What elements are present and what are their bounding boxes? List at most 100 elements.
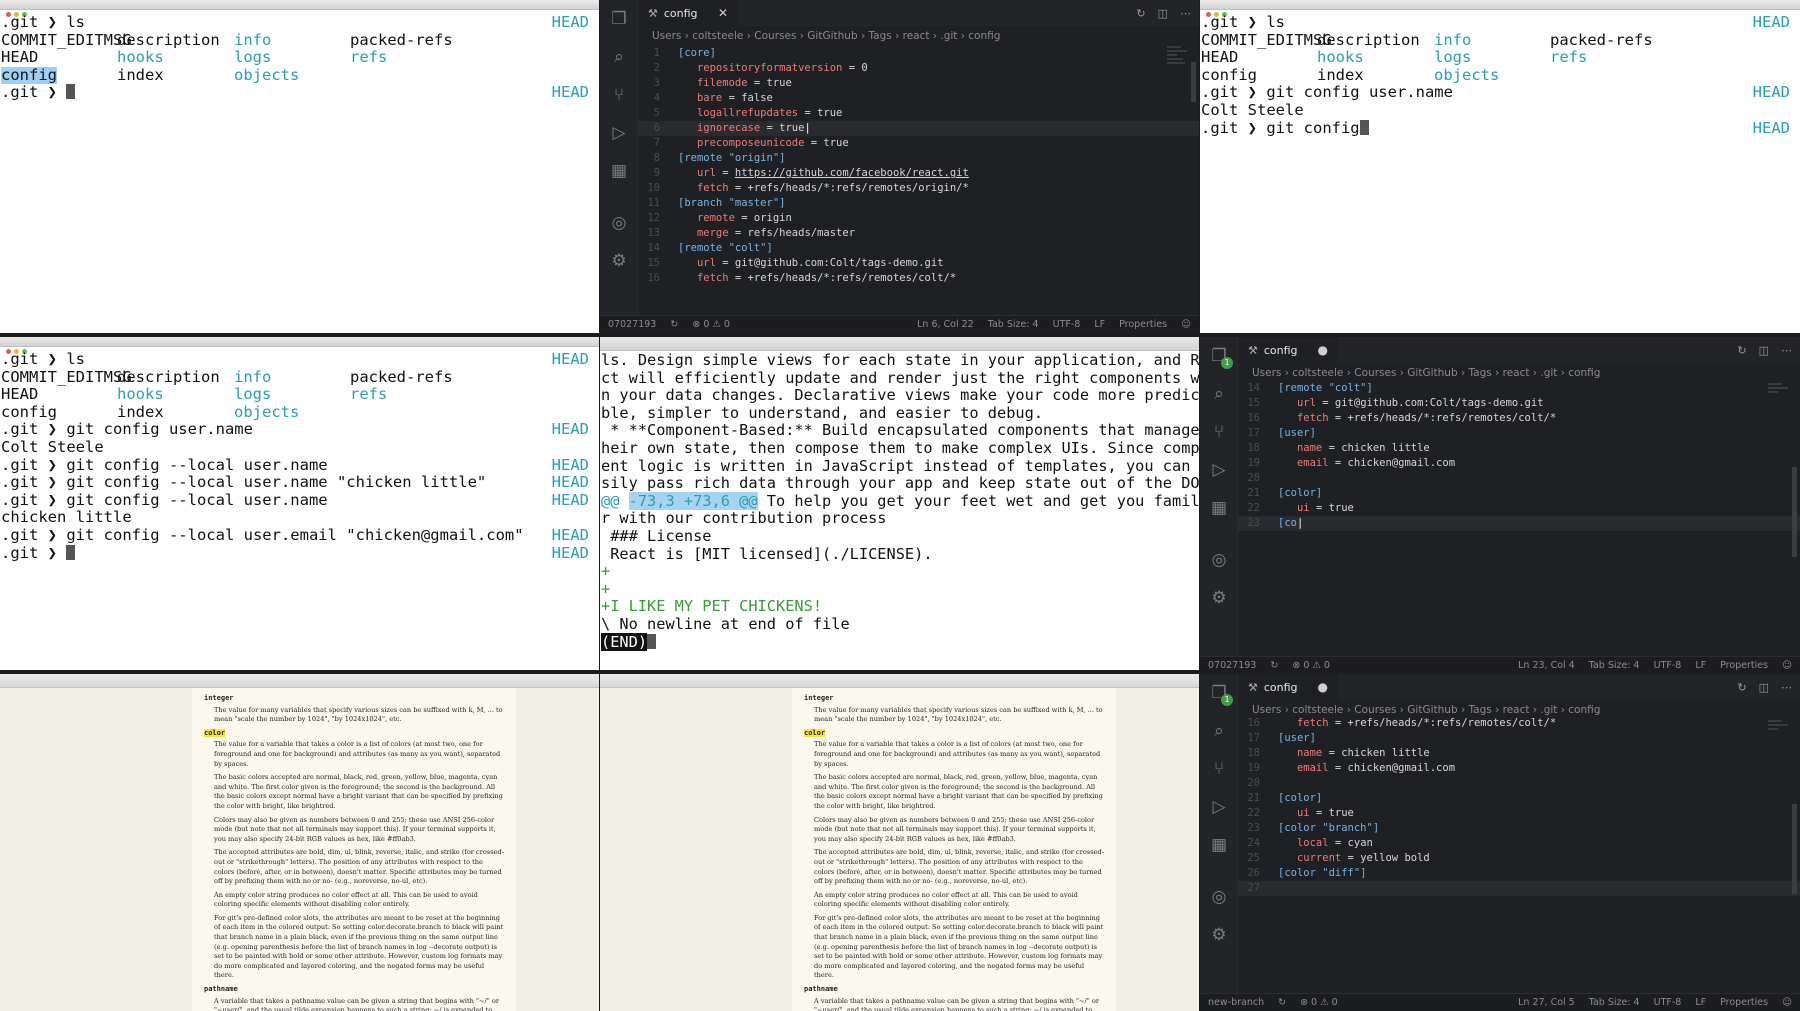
code-line[interactable]: 2 repositoryformatversion = 0 — [638, 61, 1199, 76]
breadcrumb[interactable]: Users › coltsteele › Courses › GitGithub… — [652, 30, 1000, 42]
code-line[interactable]: 17 [user] — [1238, 426, 1800, 441]
code-line[interactable]: 14 [remote "colt"] — [1238, 381, 1800, 396]
more-actions-icon[interactable]: ⋯ — [1781, 344, 1792, 357]
breadcrumb-item[interactable]: Users — [1252, 704, 1281, 716]
code-line[interactable]: 16 fetch = +refs/heads/*:refs/remotes/co… — [638, 271, 1199, 286]
split-editor-icon[interactable]: ◫ — [1158, 7, 1168, 20]
tab-size[interactable]: Tab Size: 4 — [1589, 997, 1640, 1008]
code-line[interactable]: 20 — [1238, 776, 1800, 791]
breadcrumb-item[interactable]: react — [1503, 367, 1530, 379]
vscode-editor-bottom[interactable]: ❐ 1 ⌕ ⑂ ▷ ▦ ◎ ⚙ ⚒ config ● ↻ ◫ ⋯ Users › col… — [1200, 674, 1800, 1011]
breadcrumb-item[interactable]: Tags — [1469, 367, 1492, 379]
code-line[interactable]: 22 ui = true — [1238, 806, 1800, 821]
terminal-diff-pager[interactable]: ls. Design simple views for each state i… — [600, 337, 1199, 670]
feedback-icon[interactable]: ☺ — [1782, 660, 1792, 671]
split-editor-icon[interactable]: ◫ — [1759, 681, 1769, 694]
language-mode[interactable]: Properties — [1720, 660, 1768, 671]
terminal-top-left[interactable]: .git ❯ ls HEAD COMMIT_EDITMSG description in… — [0, 0, 599, 333]
breadcrumb[interactable]: Users › coltsteele › Courses › GitGithub… — [1252, 704, 1600, 716]
code-line[interactable]: 24 local = cyan — [1238, 836, 1800, 851]
code-line[interactable]: 27 — [1238, 881, 1800, 896]
code-line[interactable]: 16 fetch = +refs/heads/*:refs/remotes/co… — [1238, 411, 1800, 426]
code-line[interactable]: 14 [remote "colt"] — [638, 241, 1199, 256]
settings-gear-icon[interactable]: ⚙ — [600, 242, 638, 280]
code-line[interactable]: 11 [branch "master"] — [638, 196, 1199, 211]
config-value[interactable]: https://github.com/facebook/react.git — [735, 167, 969, 179]
unsaved-dot-icon[interactable]: ● — [1318, 680, 1328, 694]
code-line[interactable]: 22 ui = true — [1238, 501, 1800, 516]
run-debug-icon[interactable]: ▷ — [600, 114, 638, 152]
breadcrumb-item[interactable]: GitGithub — [807, 30, 857, 42]
breadcrumb-item[interactable]: .git — [1540, 367, 1557, 379]
source-control-icon[interactable]: ⑂ — [1200, 750, 1238, 788]
breadcrumb-item[interactable]: config — [968, 30, 1000, 42]
extensions-icon[interactable]: ▦ — [1200, 489, 1238, 527]
terminal-top-right[interactable]: .git ❯ ls HEAD COMMIT_EDITMSG description in… — [1200, 0, 1800, 333]
breadcrumb-item[interactable]: react — [903, 30, 930, 42]
code-line[interactable]: 21 [color] — [1238, 791, 1800, 806]
line-ending[interactable]: LF — [1695, 997, 1706, 1008]
breadcrumb-item[interactable]: Users — [1252, 367, 1281, 379]
breadcrumb-item[interactable]: coltsteele — [1292, 704, 1343, 716]
code-line[interactable]: 26 [color "diff"] — [1238, 866, 1800, 881]
cursor-position[interactable]: Ln 27, Col 5 — [1518, 997, 1575, 1008]
code-line[interactable]: 21 [color] — [1238, 486, 1800, 501]
scrollbar[interactable] — [1792, 467, 1797, 557]
sync-icon[interactable]: ↻ — [670, 319, 678, 330]
search-icon[interactable]: ⌕ — [600, 38, 638, 76]
settings-gear-icon[interactable]: ⚙ — [1200, 579, 1238, 617]
more-actions-icon[interactable]: ⋯ — [1781, 681, 1792, 694]
extensions-icon[interactable]: ▦ — [600, 152, 638, 190]
tab-config[interactable]: ⚒ config ✕ — [638, 0, 738, 26]
feedback-icon[interactable]: ☺ — [1181, 319, 1191, 330]
git-branch-indicator[interactable]: 07027193 — [1208, 660, 1256, 671]
feedback-icon[interactable]: ☺ — [1782, 997, 1792, 1008]
git-branch-indicator[interactable]: new-branch — [1208, 997, 1264, 1008]
breadcrumb-item[interactable]: GitGithub — [1407, 367, 1457, 379]
account-icon[interactable]: ◎ — [600, 204, 638, 242]
source-control-icon[interactable]: ⑂ — [600, 76, 638, 114]
code-line[interactable]: 23 [color "branch"] — [1238, 821, 1800, 836]
run-debug-icon[interactable]: ▷ — [1200, 451, 1238, 489]
breadcrumb-item[interactable]: Courses — [1354, 367, 1396, 379]
close-tab-icon[interactable]: ✕ — [718, 6, 728, 20]
cursor-position[interactable]: Ln 23, Col 4 — [1518, 660, 1575, 671]
code-line[interactable]: 13 merge = refs/heads/master — [638, 226, 1199, 241]
code-line[interactable]: 16 fetch = +refs/heads/*:refs/remotes/co… — [1238, 716, 1800, 731]
scrollbar[interactable] — [1792, 804, 1797, 894]
line-ending[interactable]: LF — [1695, 660, 1706, 671]
terminal-mid-left[interactable]: .git ❯ ls HEAD COMMIT_EDITMSG description in… — [0, 337, 599, 670]
code-line[interactable]: 12 remote = origin — [638, 211, 1199, 226]
browser-git-docs-right[interactable]: integer The value for many variables that… — [600, 674, 1199, 1011]
minimap[interactable] — [1167, 46, 1189, 66]
language-mode[interactable]: Properties — [1720, 997, 1768, 1008]
problems-indicator[interactable]: ⊗ 0 ⚠ 0 — [1300, 997, 1338, 1008]
code-line[interactable]: 17 [user] — [1238, 731, 1800, 746]
search-icon[interactable]: ⌕ — [1200, 712, 1238, 750]
code-line[interactable]: 6 ignorecase = true| — [638, 121, 1199, 136]
breadcrumb[interactable]: Users › coltsteele › Courses › GitGithub… — [1252, 367, 1600, 379]
code-area[interactable]: 16 fetch = +refs/heads/*:refs/remotes/co… — [1238, 716, 1800, 896]
code-line[interactable]: 19 email = chicken@gmail.com — [1238, 456, 1800, 471]
encoding[interactable]: UTF-8 — [1053, 319, 1081, 330]
breadcrumb-item[interactable]: config — [1568, 704, 1600, 716]
line-ending[interactable]: LF — [1094, 319, 1105, 330]
breadcrumb-item[interactable]: .git — [1540, 704, 1557, 716]
sync-icon[interactable]: ↻ — [1270, 660, 1278, 671]
unsaved-dot-icon[interactable]: ● — [1318, 343, 1328, 357]
open-changes-icon[interactable]: ↻ — [1737, 681, 1746, 694]
search-icon[interactable]: ⌕ — [1200, 375, 1238, 413]
language-mode[interactable]: Properties — [1119, 319, 1167, 330]
breadcrumb-item[interactable]: GitGithub — [1407, 704, 1457, 716]
open-changes-icon[interactable]: ↻ — [1136, 7, 1145, 20]
code-line[interactable]: 5 logallrefupdates = true — [638, 106, 1199, 121]
code-line[interactable]: 10 fetch = +refs/heads/*:refs/remotes/or… — [638, 181, 1199, 196]
explorer-icon[interactable]: ❐ — [1200, 674, 1238, 712]
git-branch-indicator[interactable]: 07027193 — [608, 319, 656, 330]
explorer-icon[interactable]: ❐ — [1200, 337, 1238, 375]
code-line[interactable]: 4 bare = false — [638, 91, 1199, 106]
sync-icon[interactable]: ↻ — [1278, 997, 1286, 1008]
breadcrumb-item[interactable]: Tags — [869, 30, 892, 42]
run-debug-icon[interactable]: ▷ — [1200, 788, 1238, 826]
scrollbar[interactable] — [1191, 62, 1196, 102]
